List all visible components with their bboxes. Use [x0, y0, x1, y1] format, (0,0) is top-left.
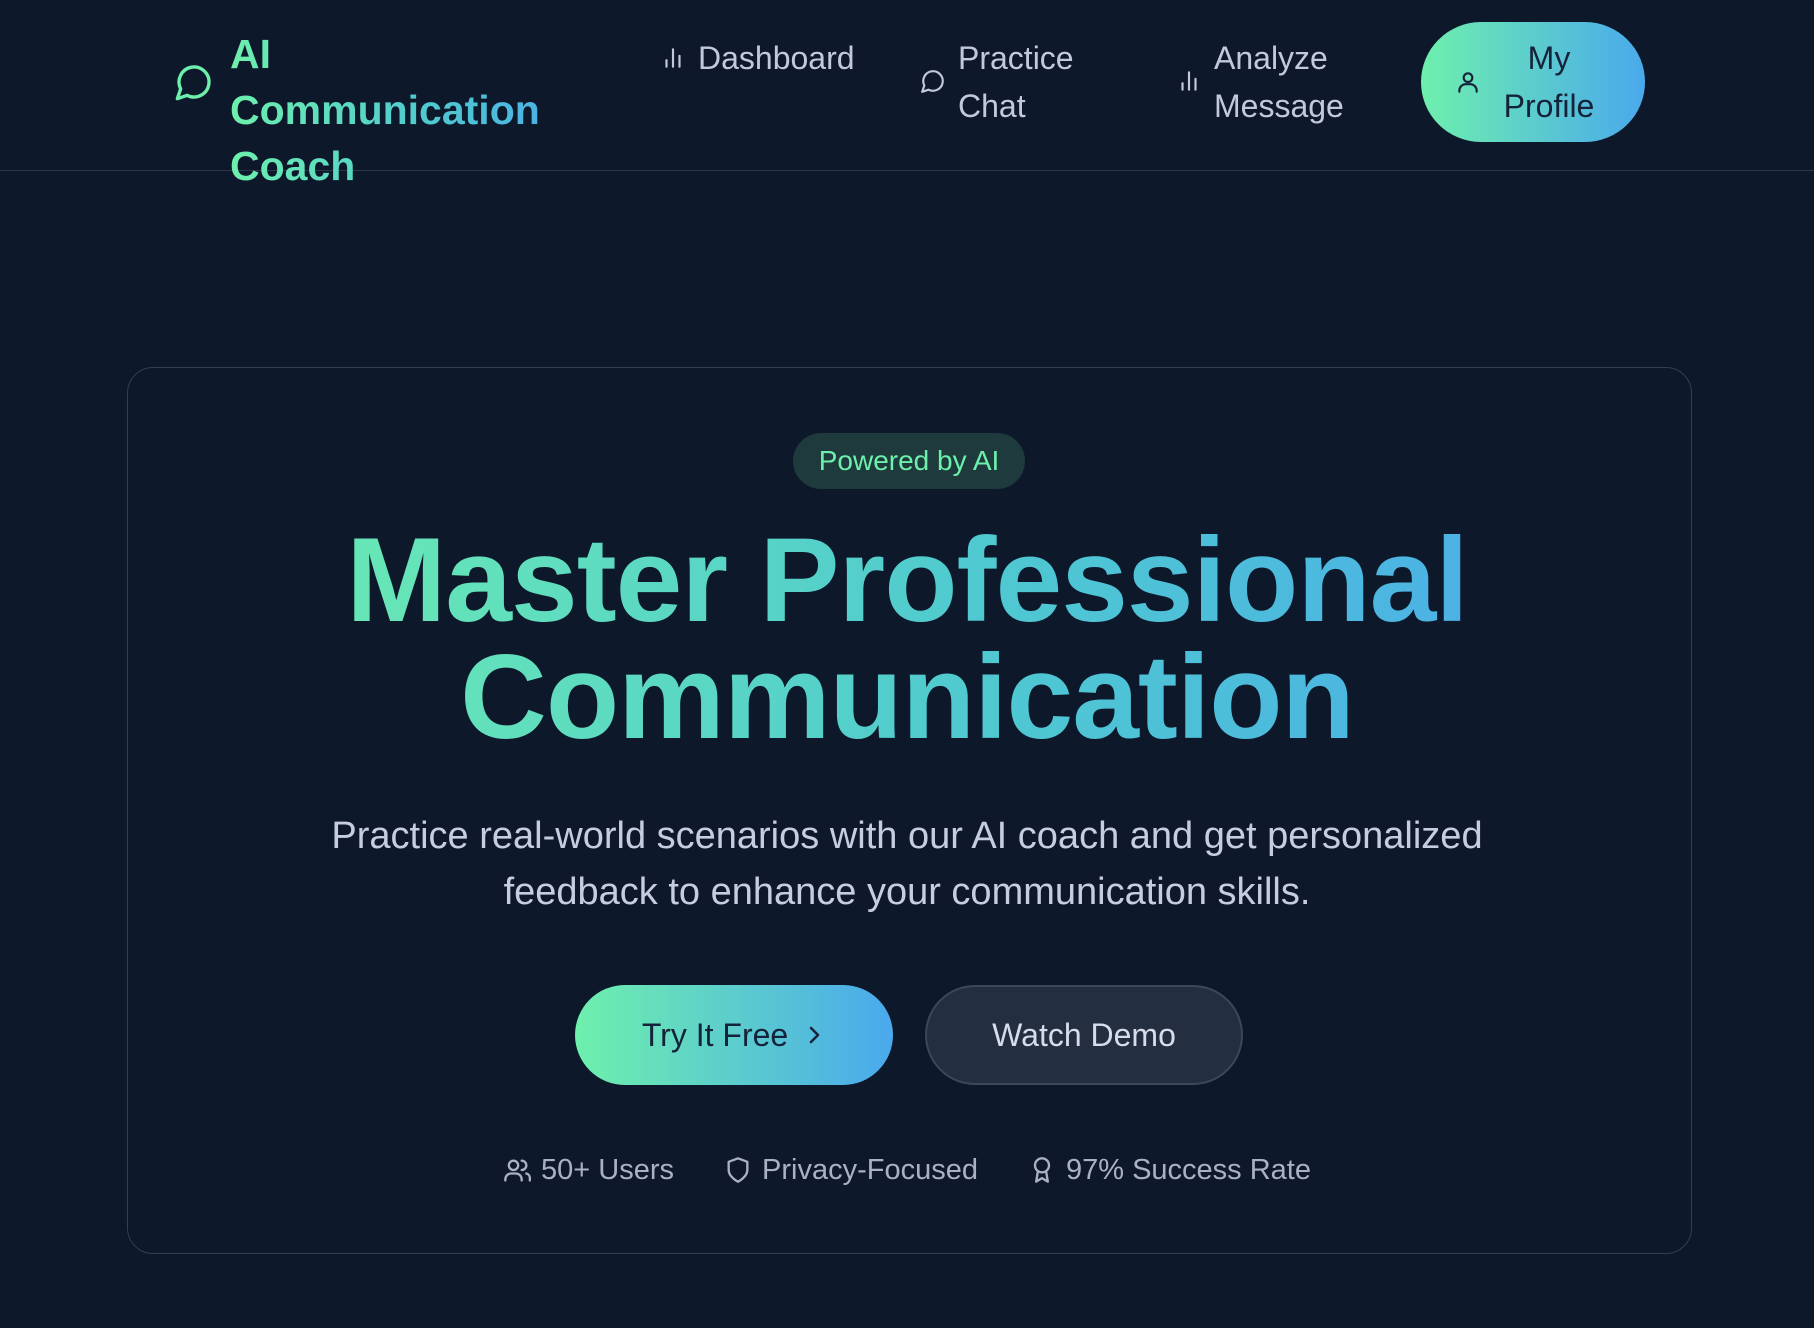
bar-chart-icon	[665, 48, 681, 68]
nav-dashboard[interactable]: Dashboard	[660, 34, 855, 82]
watch-demo-button[interactable]: Watch Demo	[925, 985, 1243, 1085]
hero-headline-line1: Master Professional	[346, 513, 1468, 647]
top-navbar: AI Communication Coach Dashboard Practic…	[0, 0, 1814, 171]
users-icon	[504, 1159, 532, 1182]
shield-icon	[727, 1157, 749, 1183]
nav-analyze-message-line2: Message	[1214, 88, 1344, 124]
user-icon	[1458, 72, 1478, 93]
app-title-line1: AI Communication	[230, 31, 540, 133]
hero-headline-line2: Communication	[460, 630, 1354, 764]
stat-privacy: Privacy-Focused	[724, 1148, 978, 1192]
hero-subtitle-line1: Practice real-world scenarios with our A…	[331, 815, 1483, 857]
hero-subtitle: Practice real-world scenarios with our A…	[257, 808, 1557, 920]
my-profile-line1: My	[1527, 40, 1571, 76]
nav-practice-chat[interactable]: Practice Chat	[920, 34, 1090, 130]
nav-analyze-message[interactable]: Analyze Message	[1176, 34, 1346, 130]
app-title: AI Communication Coach	[230, 26, 590, 194]
powered-by-badge: Powered by AI	[793, 433, 1025, 489]
nav-practice-chat-label: Practice Chat	[958, 34, 1074, 130]
try-it-free-label: Try It Free	[641, 1016, 789, 1053]
nav-practice-chat-line1: Practice	[958, 40, 1074, 76]
message-circle-icon	[175, 65, 211, 101]
nav-dashboard-label: Dashboard	[698, 40, 855, 76]
stat-success: 97% Success Rate	[1028, 1148, 1311, 1192]
stat-success-label: 97% Success Rate	[1065, 1154, 1311, 1186]
stat-users-label: 50+ Users	[541, 1154, 674, 1186]
my-profile-label: My Profile	[1489, 34, 1609, 130]
award-icon	[1033, 1157, 1051, 1183]
message-circle-icon	[921, 70, 944, 93]
my-profile-line2: Profile	[1503, 88, 1595, 124]
hero-subtitle-line2: feedback to enhance your communication s…	[503, 871, 1311, 913]
nav-analyze-message-label: Analyze Message	[1214, 34, 1344, 130]
try-it-free-button[interactable]: Try It Free	[575, 985, 893, 1085]
stat-users: 50+ Users	[503, 1148, 674, 1192]
nav-analyze-message-line1: Analyze	[1214, 40, 1328, 76]
nav-practice-chat-line2: Chat	[958, 88, 1026, 124]
app-title-line2: Coach	[230, 143, 356, 189]
brand-logo[interactable]: AI Communication Coach	[174, 26, 590, 194]
bar-chart-icon	[1181, 71, 1197, 91]
chevron-right-icon	[809, 1026, 820, 1044]
stats-row: 50+ Users Privacy-Focused 97% Success Ra…	[0, 1148, 1814, 1192]
my-profile-button[interactable]: My Profile	[1421, 22, 1645, 142]
stat-privacy-label: Privacy-Focused	[762, 1154, 978, 1186]
hero-headline: Master Professional Communication	[157, 522, 1657, 756]
